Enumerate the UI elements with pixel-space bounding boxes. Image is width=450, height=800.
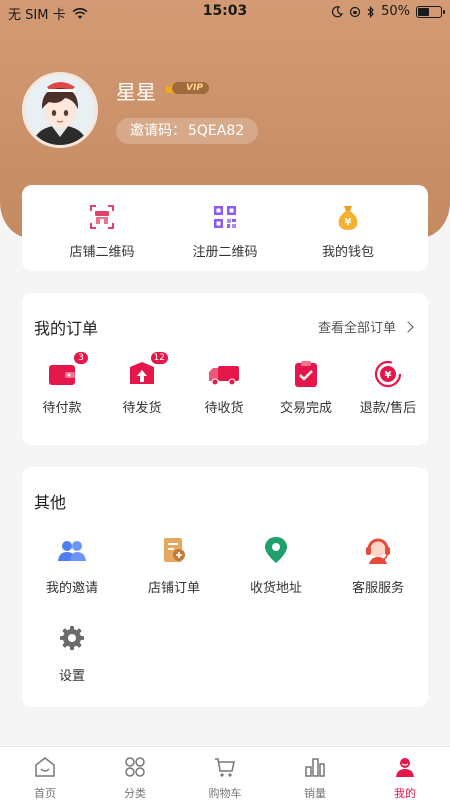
my-invites-label: 我的邀请 [45, 581, 98, 596]
cart-icon [215, 758, 235, 777]
tab-category-label: 分类 [124, 787, 146, 800]
invite-code-value: 5QEA82 [188, 123, 245, 139]
customer-service-label: 客服服务 [351, 581, 404, 596]
refund-icon: ¥ [374, 360, 402, 388]
refund-label: 退款/售后 [359, 401, 417, 416]
settings-button[interactable]: 设置 [22, 623, 122, 684]
wallet-button[interactable]: ¥ 我的钱包 [288, 203, 408, 260]
tab-category[interactable]: 分类 [90, 755, 180, 800]
order-refund[interactable]: ¥ 退款/售后 [348, 359, 428, 416]
orders-title: 我的订单 [34, 319, 99, 338]
view-all-orders-label: 查看全部订单 [317, 321, 396, 336]
tab-home-label: 首页 [34, 787, 56, 800]
battery-percent: 50% [381, 4, 410, 19]
store-order-icon [164, 538, 185, 562]
customer-service-icon [366, 538, 390, 564]
clipboard-check-icon [295, 361, 317, 387]
chevron-right-icon [402, 320, 414, 333]
category-icon [125, 757, 145, 777]
settings-label: 设置 [58, 669, 85, 684]
other-services-card: 其他 我的邀请 店铺订单 收货地址 客服服务 设置 [22, 467, 428, 707]
invite-code-pill[interactable]: 邀请码： 5QEA82 [116, 118, 259, 144]
tab-cart[interactable]: 购物车 [180, 755, 270, 800]
bottom-tab-bar: 首页 分类 购物车 销量 我的 [0, 746, 450, 800]
profile-icon [396, 758, 414, 777]
pending-payment-badge: 3 [73, 351, 89, 365]
orders-card: 我的订单 查看全部订单 3 待付款 12 待发货 待收货 交易完成 ¥ 退款/售… [22, 293, 428, 445]
order-pending-receipt[interactable]: 待收货 [184, 359, 264, 416]
register-qr-icon [214, 206, 236, 228]
battery-icon [416, 5, 445, 18]
store-qr-label: 店铺二维码 [69, 245, 135, 260]
view-all-orders-link[interactable]: 查看全部订单 [317, 317, 414, 336]
svg-text:¥: ¥ [345, 217, 352, 228]
avatar[interactable] [22, 72, 98, 148]
shipping-address-button[interactable]: 收货地址 [226, 535, 326, 596]
quick-links-card: 店铺二维码 注册二维码 ¥ 我的钱包 [22, 185, 428, 271]
home-icon [35, 757, 55, 777]
pending-shipment-badge: 12 [149, 351, 169, 365]
customer-service-button[interactable]: 客服服务 [328, 535, 428, 596]
tab-profile[interactable]: 我的 [360, 755, 450, 800]
invite-code-label: 邀请码： [130, 123, 186, 139]
svg-text:¥: ¥ [385, 370, 392, 381]
gear-icon [60, 626, 84, 650]
avatar-illustration [25, 75, 95, 145]
vip-badge: VIP [164, 80, 209, 96]
store-orders-button[interactable]: 店铺订单 [124, 535, 224, 596]
bluetooth-icon [367, 5, 374, 18]
moon-icon [332, 5, 344, 17]
register-qr-button[interactable]: 注册二维码 [165, 203, 285, 260]
store-qr-icon [90, 205, 114, 229]
vip-label: VIP [172, 82, 209, 94]
order-completed[interactable]: 交易完成 [266, 359, 346, 416]
order-pending-payment[interactable]: 3 待付款 [22, 351, 102, 416]
users-icon [58, 541, 86, 561]
pending-shipment-label: 待发货 [122, 401, 162, 416]
shipping-address-label: 收货地址 [249, 581, 302, 596]
my-invites-button[interactable]: 我的邀请 [22, 535, 122, 596]
location-pin-icon [265, 537, 287, 563]
order-pending-shipment[interactable]: 12 待发货 [102, 351, 182, 416]
user-name: 星星 [116, 80, 156, 104]
wallet-pay-icon [49, 365, 75, 385]
status-bar: 无 SIM 卡 15:03 50% [0, 0, 450, 24]
completed-label: 交易完成 [279, 401, 332, 416]
store-qr-button[interactable]: 店铺二维码 [42, 203, 162, 260]
store-orders-label: 店铺订单 [147, 581, 200, 596]
other-title: 其他 [34, 493, 67, 512]
pending-payment-label: 待付款 [42, 401, 82, 416]
tab-sales-label: 销量 [304, 787, 326, 800]
truck-icon [209, 366, 239, 386]
wallet-icon: ¥ [338, 206, 358, 230]
sales-chart-icon [305, 758, 325, 777]
register-qr-label: 注册二维码 [192, 245, 258, 260]
tab-cart-label: 购物车 [208, 787, 242, 800]
pending-receipt-label: 待收货 [204, 401, 244, 416]
wallet-label: 我的钱包 [321, 245, 374, 260]
tab-profile-label: 我的 [394, 787, 416, 800]
tab-sales[interactable]: 销量 [270, 755, 360, 800]
orientation-lock-icon [349, 6, 361, 17]
tab-home[interactable]: 首页 [0, 755, 90, 800]
